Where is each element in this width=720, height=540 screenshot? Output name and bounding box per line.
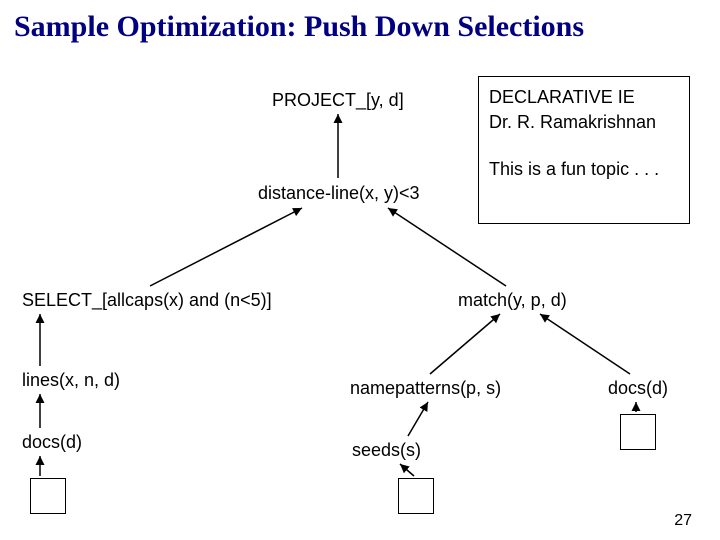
node-project: PROJECT_[y, d] — [272, 90, 404, 111]
box-seeds — [398, 478, 434, 514]
node-seeds: seeds(s) — [352, 440, 421, 461]
box-docs-left — [30, 478, 66, 514]
info-line3: This is a fun topic . . . — [489, 157, 679, 182]
node-lines: lines(x, n, d) — [22, 370, 120, 391]
info-line2: Dr. R. Ramakrishnan — [489, 110, 679, 135]
node-docs-right: docs(d) — [608, 378, 668, 399]
node-namepatterns: namepatterns(p, s) — [350, 378, 501, 399]
box-docs-right — [620, 414, 656, 450]
page-title: Sample Optimization: Push Down Selection… — [14, 10, 584, 44]
info-line1: DECLARATIVE IE — [489, 85, 679, 110]
node-match: match(y, p, d) — [458, 290, 567, 311]
node-docs-left: docs(d) — [22, 432, 82, 453]
page-number: 27 — [674, 512, 692, 530]
node-distance: distance-line(x, y)<3 — [258, 183, 420, 204]
info-box: DECLARATIVE IE Dr. R. Ramakrishnan This … — [478, 76, 690, 224]
node-select: SELECT_[allcaps(x) and (n<5)] — [22, 290, 272, 311]
